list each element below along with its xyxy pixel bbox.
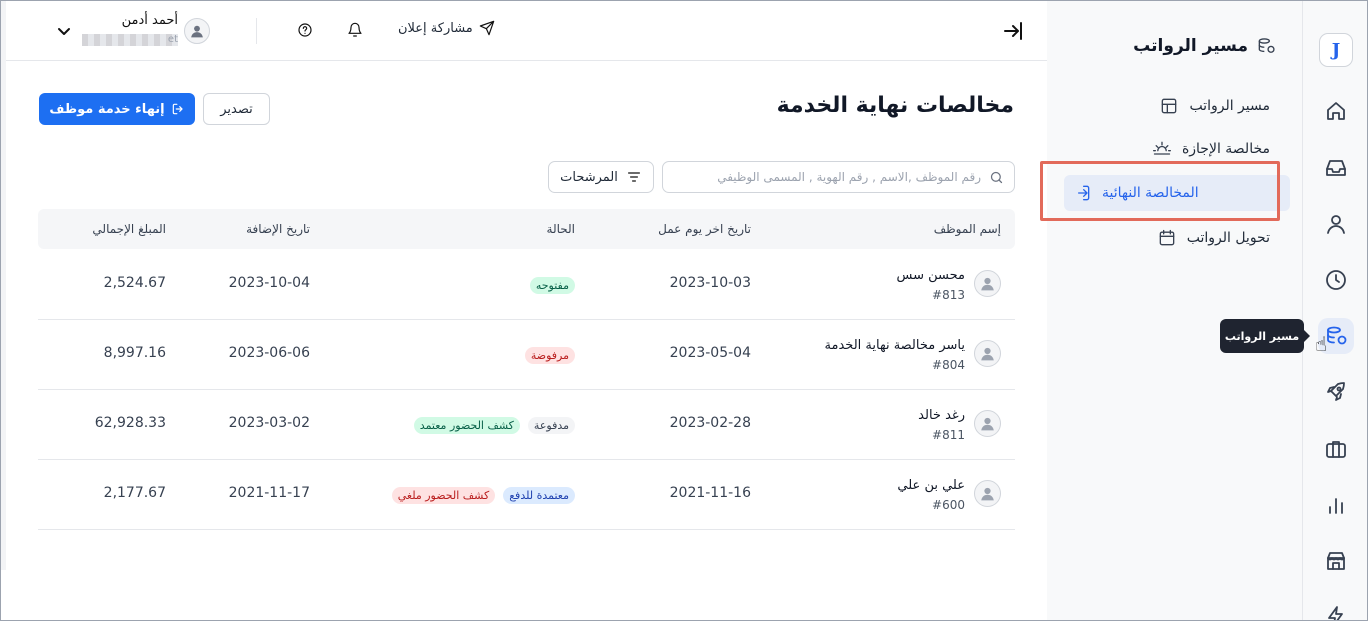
window-frame xyxy=(0,0,1368,621)
